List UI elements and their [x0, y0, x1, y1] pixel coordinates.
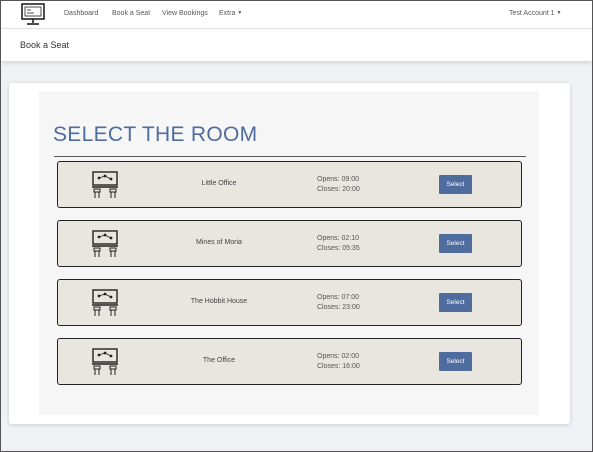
room-name: Little Office: [201, 180, 237, 187]
room-hours: Opens: 02:10 Closes: 05:35: [317, 234, 360, 254]
closes-time: Closes: 05:35: [317, 245, 360, 252]
room-selection-panel: SELECT THE ROOM Little Office Opens: 09:…: [39, 91, 539, 415]
select-room-button[interactable]: Select: [439, 234, 472, 253]
account-dropdown[interactable]: Test Account 1 ▼: [509, 10, 561, 17]
room-name: The Office: [202, 357, 236, 364]
section-heading: SELECT THE ROOM: [53, 123, 258, 146]
account-name: Test Account 1: [509, 10, 555, 17]
closes-time: Closes: 16:00: [317, 363, 360, 370]
room-hours: Opens: 09:00 Closes: 20:00: [317, 175, 360, 195]
app-window: Dashboard Book a Seat View Bookings Extr…: [0, 0, 593, 452]
chevron-down-icon: ▼: [556, 10, 562, 16]
room-name: Mines of Moria: [196, 239, 242, 246]
room-row: The Hobbit House Opens: 07:00 Closes: 23…: [57, 279, 522, 326]
select-room-button[interactable]: Select: [439, 175, 472, 194]
room-hours: Opens: 07:00 Closes: 23:00: [317, 293, 360, 313]
room-row: The Office Opens: 02:00 Closes: 16:00 Se…: [57, 338, 522, 385]
nav-extra-label: Extra: [219, 10, 236, 17]
room-row: Mines of Moria Opens: 02:10 Closes: 05:3…: [57, 220, 522, 267]
nav-view-bookings[interactable]: View Bookings: [162, 10, 208, 17]
closes-time: Closes: 23:00: [317, 304, 360, 311]
opens-time: Opens: 02:10: [317, 235, 360, 242]
nav-extra-dropdown[interactable]: Extra ▼: [219, 10, 242, 17]
heading-divider: [54, 156, 526, 157]
desk-workstation-icon: [92, 171, 118, 198]
page-title: Book a Seat: [20, 40, 70, 50]
desk-workstation-icon: [92, 230, 118, 257]
select-room-button[interactable]: Select: [439, 293, 472, 312]
chevron-down-icon: ▼: [237, 10, 243, 16]
nav-book-a-seat[interactable]: Book a Seat: [112, 10, 150, 17]
page-header: Book a Seat: [1, 29, 592, 61]
closes-time: Closes: 20:00: [317, 186, 360, 193]
room-name: The Hobbit House: [190, 298, 248, 305]
opens-time: Opens: 09:00: [317, 176, 360, 183]
desk-workstation-icon: [92, 348, 118, 375]
nav-dashboard[interactable]: Dashboard: [64, 10, 98, 17]
opens-time: Opens: 02:00: [317, 353, 360, 360]
desk-workstation-icon: [92, 289, 118, 316]
opens-time: Opens: 07:00: [317, 294, 360, 301]
select-room-button[interactable]: Select: [439, 352, 472, 371]
top-navbar: Dashboard Book a Seat View Bookings Extr…: [1, 1, 592, 29]
room-row: Little Office Opens: 09:00 Closes: 20:00…: [57, 161, 522, 208]
room-hours: Opens: 02:00 Closes: 16:00: [317, 352, 360, 372]
monitor-icon[interactable]: [21, 3, 45, 26]
room-selection-card: SELECT THE ROOM Little Office Opens: 09:…: [9, 83, 570, 424]
